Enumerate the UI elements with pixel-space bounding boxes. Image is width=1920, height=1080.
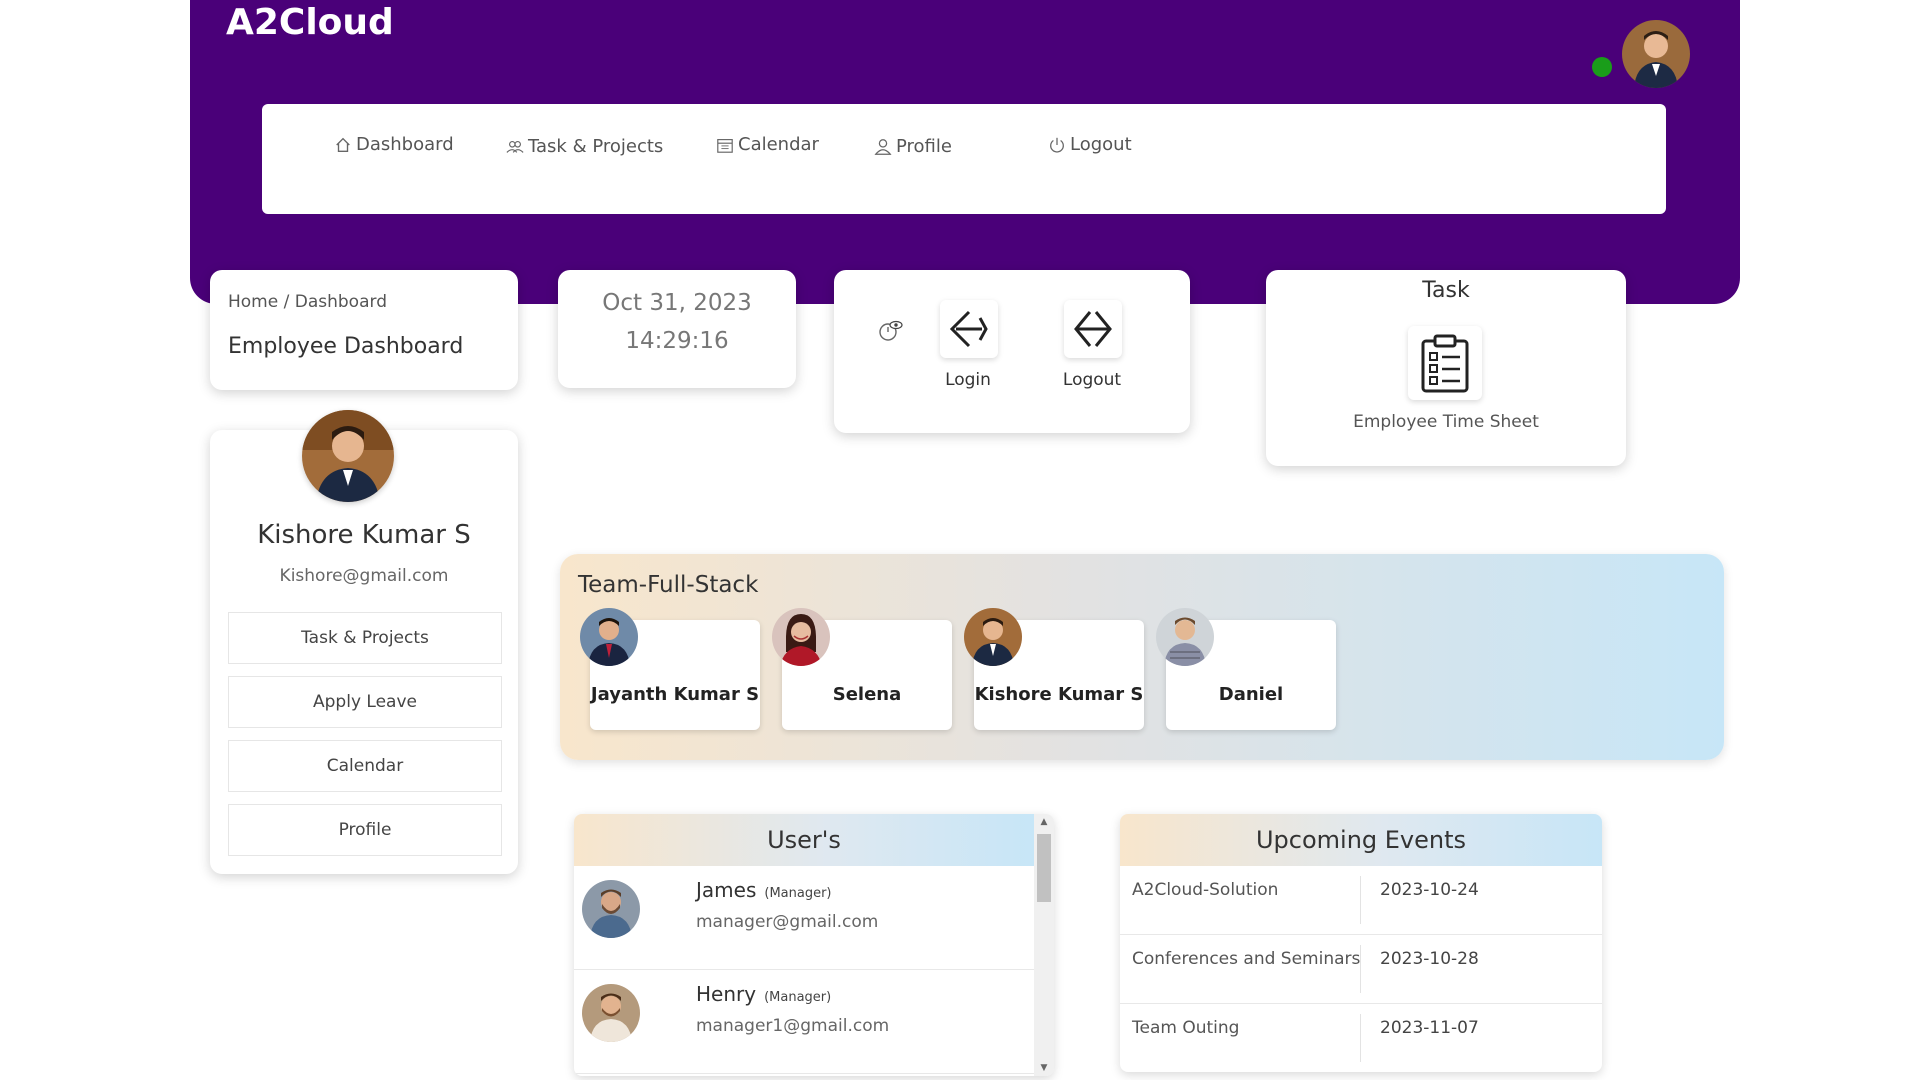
nav-task-projects-label: Task & Projects	[528, 136, 664, 157]
profile-name: Kishore Kumar S	[257, 520, 471, 550]
arrow-left-icon	[949, 310, 988, 348]
user-icon	[874, 138, 892, 155]
nav-logout[interactable]: Logout	[1048, 134, 1132, 155]
task-projects-button[interactable]: Task & Projects	[228, 612, 502, 664]
user-role: (Manager)	[764, 886, 832, 901]
home-icon	[336, 137, 350, 152]
event-name: Team Outing	[1132, 1018, 1240, 1038]
member-name: Jayanth Kumar S	[590, 684, 760, 705]
nav-dashboard-label: Dashboard	[356, 134, 454, 155]
user-role: (Manager)	[764, 990, 832, 1005]
user-name: James (Manager)	[696, 878, 832, 902]
user-avatar	[582, 984, 640, 1042]
user-row[interactable]: James (Manager) manager@gmail.com	[574, 866, 1034, 970]
nav-profile-label: Profile	[896, 136, 952, 157]
nav-calendar-label: Calendar	[738, 134, 819, 155]
nav-profile[interactable]: Profile	[874, 136, 952, 157]
user-name: Henry (Manager)	[696, 982, 831, 1006]
timesheet-button[interactable]	[1408, 326, 1482, 400]
user-avatar	[582, 880, 640, 938]
member-name: Kishore Kumar S	[974, 684, 1144, 705]
event-row[interactable]: A2Cloud-Solution 2023-10-24	[1120, 866, 1602, 935]
event-date: 2023-11-07	[1380, 1018, 1479, 1038]
page-title: Employee Dashboard	[228, 334, 464, 359]
event-date: 2023-10-24	[1380, 880, 1479, 900]
logout-button[interactable]	[1064, 300, 1122, 358]
apply-leave-button[interactable]: Apply Leave	[228, 676, 502, 728]
users-card: User's James (Manager) manager@gmail.com …	[574, 814, 1054, 1076]
member-avatar	[1156, 608, 1214, 666]
events-card: Upcoming Events A2Cloud-Solution 2023-10…	[1120, 814, 1602, 1072]
online-status-dot	[1592, 57, 1612, 77]
event-row[interactable]: Team Outing 2023-11-07	[1120, 1004, 1602, 1072]
task-title: Task	[1422, 278, 1470, 303]
users-scrollbar[interactable]: ▲ ▼	[1034, 814, 1054, 1076]
team-title: Team-Full-Stack	[578, 572, 759, 598]
event-divider	[1360, 876, 1361, 924]
scroll-up-icon[interactable]: ▲	[1034, 814, 1054, 830]
calendar-icon	[717, 138, 733, 153]
nav-logout-label: Logout	[1070, 134, 1132, 155]
clock-card: Oct 31, 2023 14:29:16	[558, 270, 796, 388]
nav-dashboard[interactable]: Dashboard	[334, 134, 454, 155]
event-date: 2023-10-28	[1380, 949, 1479, 969]
users-icon	[506, 140, 524, 153]
user-email: manager1@gmail.com	[696, 1016, 890, 1036]
current-time: 14:29:16	[625, 328, 729, 354]
user-name-text: Henry	[696, 982, 757, 1006]
profile-email: Kishore@gmail.com	[279, 566, 449, 586]
member-avatar	[772, 608, 830, 666]
user-name-text: James	[696, 878, 757, 902]
breadcrumb-separator: /	[278, 292, 295, 312]
arrow-both-icon	[1074, 311, 1112, 347]
breadcrumb-current[interactable]: Dashboard	[295, 292, 387, 312]
scroll-thumb[interactable]	[1037, 834, 1051, 902]
event-name: A2Cloud-Solution	[1132, 880, 1279, 900]
member-avatar	[964, 608, 1022, 666]
clock-eye-icon	[879, 320, 903, 341]
breadcrumb: Home / Dashboard	[228, 292, 387, 312]
app-title: A2Cloud	[226, 2, 394, 43]
user-email: manager@gmail.com	[696, 912, 879, 932]
attendance-card: Login Logout	[834, 270, 1190, 433]
clipboard-checklist-icon	[1421, 334, 1469, 393]
member-name: Selena	[832, 684, 902, 705]
logout-label: Logout	[1062, 370, 1122, 390]
member-name: Daniel	[1218, 684, 1284, 705]
current-date: Oct 31, 2023	[602, 290, 752, 316]
profile-avatar	[302, 410, 394, 502]
calendar-button[interactable]: Calendar	[228, 740, 502, 792]
login-label: Login	[945, 370, 991, 390]
team-member-card[interactable]: Kishore Kumar S	[964, 608, 1144, 730]
breadcrumb-card: Home / Dashboard Employee Dashboard	[210, 270, 518, 390]
nav-task-projects[interactable]: Task & Projects	[506, 136, 663, 157]
scroll-down-icon[interactable]: ▼	[1034, 1060, 1054, 1076]
top-navbar: Dashboard Task & Projects Calendar Profi…	[262, 104, 1666, 214]
team-member-card[interactable]: Jayanth Kumar S	[580, 608, 760, 730]
users-title: User's	[574, 814, 1034, 866]
user-row[interactable]: Henry (Manager) manager1@gmail.com	[574, 970, 1034, 1074]
event-name: Conferences and Seminars	[1132, 949, 1361, 969]
timesheet-label: Employee Time Sheet	[1353, 412, 1539, 432]
events-title: Upcoming Events	[1120, 814, 1602, 866]
login-button[interactable]	[940, 300, 998, 358]
power-icon	[1050, 137, 1064, 153]
event-divider	[1360, 945, 1361, 993]
breadcrumb-home[interactable]: Home	[228, 292, 278, 312]
header-avatar[interactable]	[1622, 20, 1690, 88]
profile-button[interactable]: Profile	[228, 804, 502, 856]
team-member-card[interactable]: Daniel	[1156, 608, 1336, 730]
member-avatar	[580, 608, 638, 666]
event-divider	[1360, 1014, 1361, 1062]
team-member-card[interactable]: Selena	[772, 608, 952, 730]
team-panel: Team-Full-Stack Jayanth Kumar S Selena K…	[560, 554, 1724, 760]
event-row[interactable]: Conferences and Seminars 2023-10-28	[1120, 935, 1602, 1004]
task-card: Task Employee Time Sheet	[1266, 270, 1626, 466]
nav-calendar[interactable]: Calendar	[716, 134, 819, 155]
